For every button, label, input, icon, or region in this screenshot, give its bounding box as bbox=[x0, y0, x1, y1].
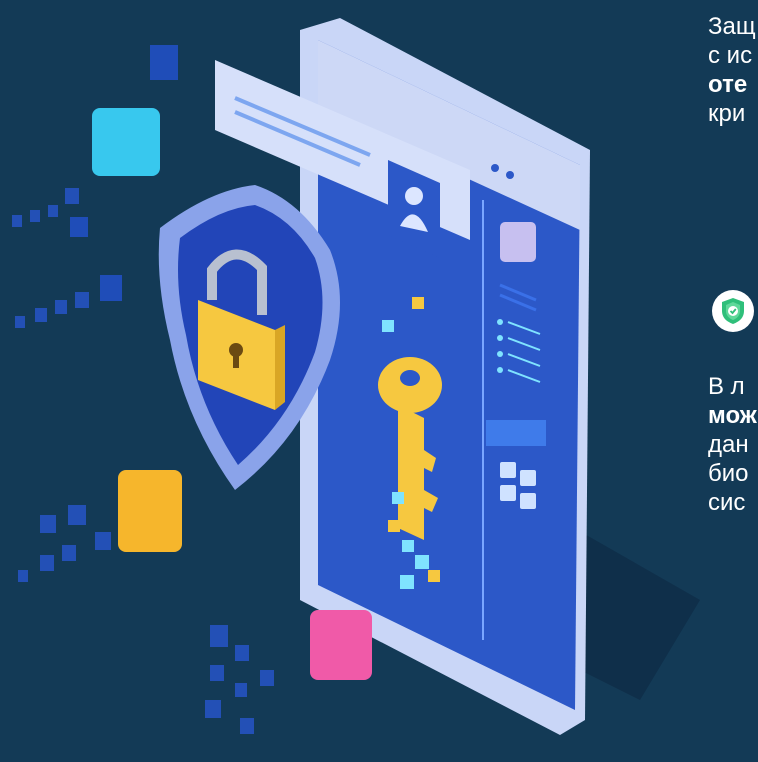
description-paragraph-1: Защ с ис оте кри bbox=[708, 12, 758, 128]
text-line: био bbox=[708, 460, 749, 487]
shield-check-badge bbox=[712, 290, 754, 332]
shield-check-icon bbox=[722, 298, 744, 324]
text-line: кри bbox=[708, 100, 746, 127]
text-line: Защ bbox=[708, 13, 756, 40]
text-line: с ис bbox=[708, 42, 753, 69]
screen-tile bbox=[500, 222, 536, 262]
text-line: дан bbox=[708, 431, 749, 458]
description-paragraph-2: В л мож дан био сис bbox=[708, 372, 758, 517]
text-line: мож bbox=[708, 402, 757, 429]
text-line: оте bbox=[708, 71, 748, 98]
security-illustration bbox=[12, 18, 700, 735]
text-line: сис bbox=[708, 489, 746, 516]
text-line: В л bbox=[708, 373, 745, 400]
